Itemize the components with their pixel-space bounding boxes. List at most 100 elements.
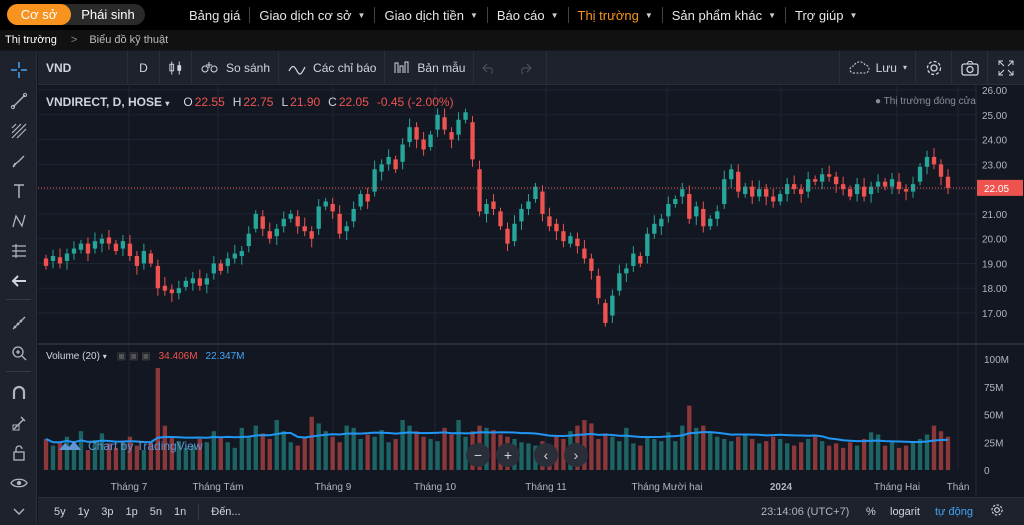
menu-item-1[interactable]: Giao dịch cơ sở ▼ bbox=[250, 7, 376, 23]
volume-ma-value: 22.347M bbox=[205, 351, 245, 362]
candle-body bbox=[924, 156, 930, 167]
text-tool-icon[interactable] bbox=[0, 177, 37, 205]
range-button-4[interactable]: 5n bbox=[144, 506, 168, 518]
redo-button[interactable] bbox=[510, 50, 548, 85]
trendline-icon[interactable] bbox=[0, 87, 37, 115]
main-menu: Bảng giá Giao dịch cơ sở ▼ Giao dịch tiền ▼ B… bbox=[180, 0, 866, 30]
candle-body bbox=[435, 114, 440, 130]
percent-toggle[interactable]: % bbox=[866, 506, 876, 518]
pattern-tool-icon[interactable] bbox=[0, 207, 37, 235]
time-tick: Tháng 11 bbox=[525, 482, 567, 493]
scroll-left-button[interactable]: ‹ bbox=[534, 443, 558, 467]
save-layout-button[interactable]: Lưu ▾ bbox=[838, 50, 916, 85]
zoom-out-button[interactable]: − bbox=[466, 443, 490, 467]
compare-button[interactable]: So sánh bbox=[192, 50, 280, 85]
prediction-tool-icon[interactable] bbox=[0, 237, 37, 265]
volume-bar bbox=[267, 438, 272, 470]
range-button-3[interactable]: 1p bbox=[120, 506, 144, 518]
lock-icon[interactable] bbox=[0, 439, 37, 467]
indicators-button[interactable]: Các chỉ báo bbox=[279, 50, 386, 85]
menu-item-0[interactable]: Bảng giá bbox=[180, 7, 251, 23]
menu-item-6[interactable]: Trợ giúp ▼ bbox=[786, 7, 866, 23]
segment-derivatives-button[interactable]: Phái sinh bbox=[71, 4, 145, 25]
scroll-right-button[interactable]: › bbox=[564, 443, 588, 467]
menu-item-5[interactable]: Sản phẩm khác ▼ bbox=[663, 7, 786, 23]
candle-body bbox=[92, 241, 98, 249]
range-button-5[interactable]: 1n bbox=[168, 506, 192, 518]
menu-item-label: Báo cáo bbox=[496, 7, 545, 23]
candle-body bbox=[847, 189, 853, 197]
stay-drawing-icon[interactable] bbox=[0, 409, 37, 437]
range-button-0[interactable]: 5y bbox=[48, 506, 72, 518]
interval-button[interactable]: D bbox=[128, 50, 160, 85]
symbol-search-button[interactable]: VND bbox=[38, 50, 128, 85]
candle-body bbox=[582, 248, 587, 259]
chart-type-button[interactable] bbox=[160, 50, 192, 85]
candle-body bbox=[882, 181, 888, 187]
chevron-down-icon[interactable] bbox=[0, 497, 37, 525]
menu-item-4[interactable]: Thị trường ▼ bbox=[569, 7, 663, 23]
price-tick: 23.00 bbox=[982, 160, 1007, 171]
volume-controls-icon[interactable]: ▣ ▣ ▣ bbox=[117, 351, 151, 362]
zoom-in-icon[interactable] bbox=[0, 339, 37, 367]
volume-bar bbox=[750, 438, 755, 470]
candle-body bbox=[358, 194, 363, 207]
range-button-1[interactable]: 1y bbox=[72, 506, 96, 518]
zoom-in-button[interactable]: + bbox=[496, 443, 520, 467]
log-toggle[interactable]: logarit bbox=[890, 506, 920, 518]
menu-item-3[interactable]: Báo cáo ▼ bbox=[488, 7, 569, 23]
gear-icon[interactable] bbox=[990, 503, 1004, 520]
candle-body bbox=[106, 237, 112, 244]
brush-icon[interactable] bbox=[0, 147, 37, 175]
breadcrumb-root[interactable]: Thị trường bbox=[0, 34, 57, 46]
volume-bar bbox=[708, 432, 713, 470]
range-button-2[interactable]: 3p bbox=[95, 506, 119, 518]
caret-down-icon: ▼ bbox=[469, 10, 478, 20]
ruler-icon[interactable] bbox=[0, 309, 37, 337]
time-tick: Tháng 9 bbox=[315, 482, 352, 493]
candle-body bbox=[71, 248, 77, 254]
legend-open-key: O bbox=[183, 95, 193, 109]
volume-name[interactable]: Volume (20) ▾ bbox=[46, 351, 107, 362]
tradingview-watermark[interactable]: Chart by TradingView bbox=[58, 438, 203, 454]
candle-body bbox=[785, 184, 790, 195]
volume-bar bbox=[624, 427, 629, 470]
legend-symbol[interactable]: VNDIRECT, D, HOSE ▾ bbox=[46, 95, 169, 109]
crosshair-icon[interactable] bbox=[0, 56, 37, 84]
goto-date-button[interactable]: Đến... bbox=[205, 506, 246, 518]
undo-icon bbox=[482, 63, 494, 74]
volume-bar bbox=[882, 445, 888, 470]
price-chart[interactable]: 26.0025.0024.0023.0022.0021.0020.0019.00… bbox=[38, 86, 1024, 496]
templates-button[interactable]: Bản mẫu bbox=[385, 50, 475, 85]
auto-scale-toggle[interactable]: tự động bbox=[935, 506, 973, 518]
eye-icon[interactable] bbox=[0, 469, 37, 497]
candle-body bbox=[162, 285, 168, 291]
candle-body bbox=[211, 263, 216, 274]
candle-body bbox=[812, 179, 818, 182]
segment-spot-button[interactable]: Cơ sở bbox=[7, 4, 71, 25]
magnet-icon[interactable] bbox=[0, 379, 37, 407]
fullscreen-button[interactable] bbox=[988, 51, 1024, 85]
volume-bar bbox=[833, 443, 839, 470]
menu-item-2[interactable]: Giao dịch tiền ▼ bbox=[375, 7, 488, 23]
volume-bar bbox=[785, 443, 790, 470]
candle-body bbox=[778, 194, 783, 202]
volume-bar bbox=[393, 438, 398, 470]
volume-bar bbox=[442, 427, 447, 470]
candle-body bbox=[945, 176, 951, 188]
fib-retracement-icon[interactable] bbox=[0, 117, 37, 145]
settings-button[interactable] bbox=[916, 50, 952, 85]
price-tick: 24.00 bbox=[982, 136, 1007, 147]
snapshot-button[interactable] bbox=[952, 50, 988, 85]
timezone-label[interactable]: 23:14:06 (UTC+7) bbox=[761, 506, 849, 518]
back-arrow-icon[interactable] bbox=[0, 267, 37, 295]
legend-change: -0.45 (-2.00%) bbox=[376, 95, 454, 109]
volume-bar bbox=[302, 436, 307, 470]
fullscreen-icon bbox=[998, 60, 1014, 75]
volume-name-label: Volume (20) bbox=[46, 351, 100, 362]
volume-bar bbox=[246, 436, 251, 470]
time-tick: 2024 bbox=[770, 482, 793, 493]
candle-body bbox=[819, 174, 825, 182]
candle-body bbox=[288, 213, 293, 219]
undo-button[interactable] bbox=[474, 51, 510, 85]
